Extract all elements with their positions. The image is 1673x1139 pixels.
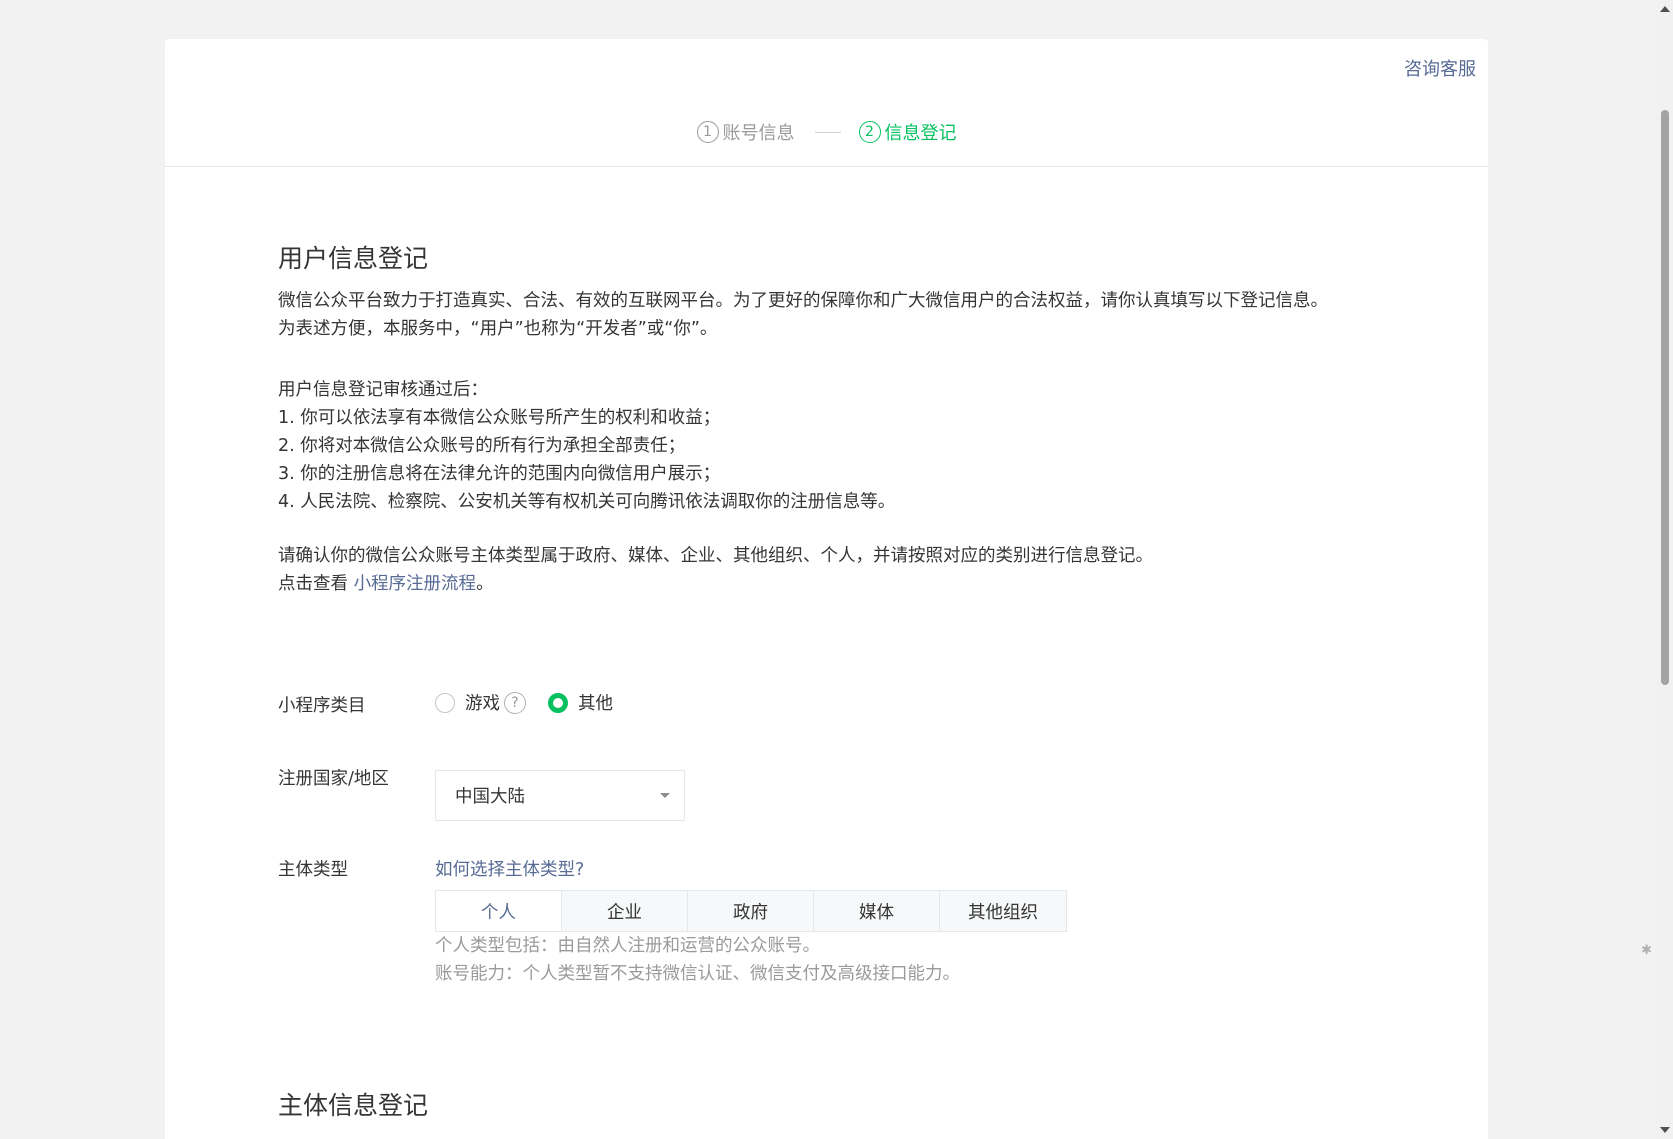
scroll-down-arrow-icon[interactable] (1660, 1127, 1670, 1133)
confirm-paragraph: 请确认你的微信公众账号主体类型属于政府、媒体、企业、其他组织、个人，并请按照对应… (278, 542, 1153, 598)
step-indicator: 1 账号信息 2 信息登记 (165, 119, 1488, 145)
user-info-title: 用户信息登记 (278, 244, 429, 273)
after-approval-title: 用户信息登记审核通过后： (278, 380, 488, 400)
country-select-value: 中国大陆 (455, 787, 525, 807)
list-item: 1. 你可以依法享有本微信公众账号所产生的权利和收益； (278, 408, 721, 428)
radio-game[interactable]: 游戏 ? (435, 690, 548, 715)
category-radio-group: 游戏 ? 其他 (435, 690, 613, 715)
step-label-1: 账号信息 (722, 123, 795, 144)
intro-line-2: 为表述方便，本服务中，“用户”也称为“开发者”或“你”。 (278, 319, 718, 339)
page-header: 咨询客服 1 账号信息 2 信息登记 (165, 39, 1488, 167)
chevron-down-icon (660, 793, 670, 798)
list-item: 4. 人民法院、检察院、公安机关等有权机关可向腾讯依法调取你的注册信息等。 (278, 492, 896, 512)
register-flow-line: 点击查看 小程序注册流程。 (278, 570, 1153, 598)
tab-other-org[interactable]: 其他组织 (940, 891, 1066, 931)
register-flow-link[interactable]: 小程序注册流程 (354, 574, 477, 594)
category-label: 小程序类目 (278, 696, 366, 716)
step-info-registration: 2 信息登记 (858, 119, 957, 145)
radio-other[interactable]: 其他 (548, 690, 613, 715)
radio-other-label: 其他 (578, 694, 613, 714)
tab-media[interactable]: 媒体 (814, 891, 940, 931)
intro-paragraph: 微信公众平台致力于打造真实、合法、有效的互联网平台。为了更好的保障你和广大微信用… (278, 287, 1328, 343)
radio-game-circle[interactable] (435, 692, 455, 713)
country-select[interactable]: 中国大陆 (435, 770, 685, 821)
register-flow-prefix: 点击查看 (278, 574, 354, 594)
step-number-1: 1 (696, 121, 719, 143)
scroll-up-arrow-icon[interactable] (1660, 6, 1670, 12)
subject-type-description: 个人类型包括：由自然人注册和运营的公众账号。 账号能力：个人类型暂不支持微信认证… (435, 932, 960, 988)
question-icon[interactable]: ? (504, 691, 526, 714)
subject-desc-line-2: 账号能力：个人类型暂不支持微信认证、微信支付及高级接口能力。 (435, 964, 960, 984)
subject-type-tabs: 个人 企业 政府 媒体 其他组织 (435, 890, 1067, 932)
tab-individual[interactable]: 个人 (436, 891, 562, 931)
confirm-line: 请确认你的微信公众账号主体类型属于政府、媒体、企业、其他组织、个人，并请按照对应… (278, 546, 1153, 566)
subject-type-label: 主体类型 (278, 860, 348, 880)
radio-game-label: 游戏 (465, 694, 500, 714)
scrollbar-thumb[interactable] (1661, 110, 1669, 685)
subject-desc-line-1: 个人类型包括：由自然人注册和运营的公众账号。 (435, 936, 820, 956)
main-panel: 咨询客服 1 账号信息 2 信息登记 用户信息登记 微信公众平台致力于打造真实、… (165, 39, 1488, 1139)
tab-government[interactable]: 政府 (688, 891, 814, 931)
subject-type-help-link[interactable]: 如何选择主体类型? (435, 856, 584, 881)
country-label: 注册国家/地区 (278, 769, 389, 789)
radio-other-circle[interactable] (548, 692, 568, 713)
list-item: 3. 你的注册信息将在法律允许的范围内向微信用户展示； (278, 464, 721, 484)
list-item: 2. 你将对本微信公众账号的所有行为承担全部责任； (278, 436, 686, 456)
tab-enterprise[interactable]: 企业 (562, 891, 688, 931)
customer-service-link[interactable]: 咨询客服 (1404, 55, 1476, 81)
subject-info-title: 主体信息登记 (278, 1091, 429, 1120)
after-approval-paragraph: 用户信息登记审核通过后： 1. 你可以依法享有本微信公众账号所产生的权利和收益；… (278, 376, 895, 516)
step-label-2: 信息登记 (884, 123, 957, 144)
vertical-scrollbar[interactable] (1656, 0, 1673, 1139)
intro-line-1: 微信公众平台致力于打造真实、合法、有效的互联网平台。为了更好的保障你和广大微信用… (278, 291, 1328, 311)
register-flow-suffix: 。 (476, 574, 494, 594)
step-divider (814, 131, 841, 133)
step-account-info: 1 账号信息 (696, 119, 795, 145)
pin-icon[interactable]: ✱ (1641, 943, 1652, 958)
step-number-2: 2 (858, 121, 881, 143)
